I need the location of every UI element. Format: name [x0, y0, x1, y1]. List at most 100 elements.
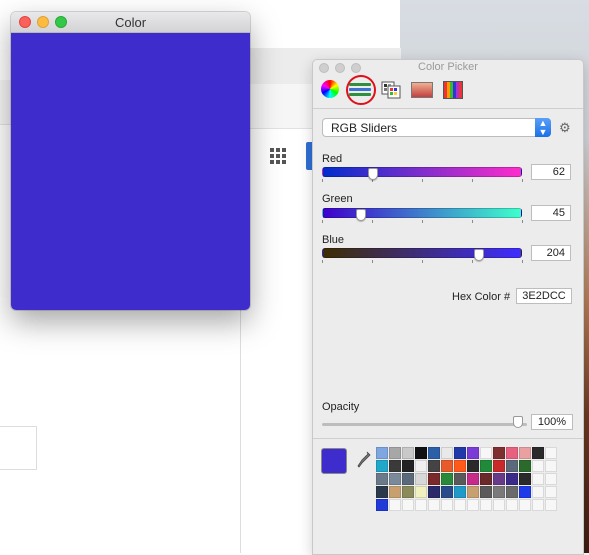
swatch-cell[interactable]	[454, 486, 466, 498]
color-palettes-icon[interactable]	[381, 81, 401, 99]
opacity-slider-knob[interactable]	[513, 416, 523, 428]
gear-icon[interactable]: ⚙	[559, 120, 571, 136]
swatch-cell[interactable]	[532, 447, 544, 459]
swatch-grid	[376, 447, 557, 511]
swatch-cell[interactable]	[467, 486, 479, 498]
blue-label: Blue	[322, 234, 345, 246]
swatch-cell[interactable]	[402, 473, 414, 485]
swatch-cell[interactable]	[480, 473, 492, 485]
blue-value-field[interactable]: 204	[531, 245, 571, 261]
swatch-cell[interactable]	[428, 486, 440, 498]
swatch-cell[interactable]	[493, 447, 505, 459]
swatch-cell[interactable]	[415, 460, 427, 472]
swatch-cell[interactable]	[480, 499, 492, 511]
swatch-cell[interactable]	[389, 447, 401, 459]
swatch-cell[interactable]	[454, 460, 466, 472]
swatch-cell[interactable]	[532, 473, 544, 485]
red-slider-knob[interactable]	[368, 168, 379, 180]
swatch-cell[interactable]	[402, 460, 414, 472]
current-color-swatch[interactable]	[321, 448, 347, 474]
green-slider-knob[interactable]	[355, 209, 366, 221]
swatch-cell[interactable]	[467, 499, 479, 511]
swatch-cell[interactable]	[467, 460, 479, 472]
swatch-cell[interactable]	[389, 460, 401, 472]
swatch-cell[interactable]	[402, 499, 414, 511]
swatch-cell[interactable]	[376, 460, 388, 472]
swatch-cell[interactable]	[480, 460, 492, 472]
swatch-cell[interactable]	[454, 473, 466, 485]
swatch-cell[interactable]	[376, 447, 388, 459]
swatch-cell[interactable]	[519, 460, 531, 472]
swatch-cell[interactable]	[506, 460, 518, 472]
swatch-cell[interactable]	[402, 486, 414, 498]
swatch-cell[interactable]	[467, 447, 479, 459]
swatch-cell[interactable]	[519, 447, 531, 459]
hex-color-field[interactable]: 3E2DCC	[516, 288, 572, 304]
eyedropper-icon[interactable]	[357, 451, 371, 469]
swatch-cell[interactable]	[506, 486, 518, 498]
swatch-cell[interactable]	[415, 447, 427, 459]
slider-mode-select[interactable]: RGB Sliders ▲ ▼	[322, 118, 551, 137]
swatch-cell[interactable]	[532, 499, 544, 511]
swatch-cell[interactable]	[506, 473, 518, 485]
color-picker-titlebar[interactable]: Color Picker	[313, 60, 583, 76]
swatch-cell[interactable]	[519, 473, 531, 485]
swatch-cell[interactable]	[545, 486, 557, 498]
swatch-cell[interactable]	[519, 499, 531, 511]
swatch-cell[interactable]	[545, 499, 557, 511]
swatch-cell[interactable]	[532, 460, 544, 472]
swatch-cell[interactable]	[493, 486, 505, 498]
swatch-cell[interactable]	[545, 473, 557, 485]
swatch-cell[interactable]	[506, 499, 518, 511]
swatch-cell[interactable]	[441, 499, 453, 511]
swatch-cell[interactable]	[545, 460, 557, 472]
opacity-slider-track[interactable]	[322, 423, 527, 426]
swatch-cell[interactable]	[402, 447, 414, 459]
swatch-cell[interactable]	[454, 499, 466, 511]
swatch-cell[interactable]	[389, 499, 401, 511]
image-palettes-icon[interactable]	[411, 82, 433, 98]
swatch-cell[interactable]	[454, 447, 466, 459]
swatch-cell[interactable]	[493, 499, 505, 511]
swatch-cell[interactable]	[389, 473, 401, 485]
swatch-cell[interactable]	[480, 447, 492, 459]
swatch-cell[interactable]	[441, 447, 453, 459]
blue-slider-track[interactable]	[322, 248, 522, 258]
color-wheel-icon[interactable]	[321, 80, 339, 98]
slider-mode-label: RGB Sliders	[331, 121, 398, 135]
opacity-value-field[interactable]: 100%	[531, 414, 573, 430]
crayon-pencils-icon[interactable]	[443, 81, 463, 99]
swatch-cell[interactable]	[428, 447, 440, 459]
divider	[313, 438, 583, 439]
swatch-cell[interactable]	[519, 486, 531, 498]
swatch-cell[interactable]	[428, 473, 440, 485]
swatch-cell[interactable]	[467, 473, 479, 485]
color-preview-area[interactable]	[11, 33, 250, 310]
swatch-cell[interactable]	[415, 499, 427, 511]
swatch-cell[interactable]	[493, 473, 505, 485]
swatch-cell[interactable]	[415, 473, 427, 485]
swatch-cell[interactable]	[428, 499, 440, 511]
swatch-cell[interactable]	[480, 486, 492, 498]
swatch-cell[interactable]	[415, 486, 427, 498]
red-slider-track[interactable]	[322, 167, 522, 177]
swatch-cell[interactable]	[376, 473, 388, 485]
swatch-cell[interactable]	[376, 499, 388, 511]
swatch-cell[interactable]	[441, 460, 453, 472]
swatch-cell[interactable]	[428, 460, 440, 472]
green-slider-track[interactable]	[322, 208, 522, 218]
swatch-cell[interactable]	[493, 460, 505, 472]
swatch-cell[interactable]	[441, 486, 453, 498]
color-window-titlebar[interactable]: Color	[11, 12, 250, 33]
swatch-cell[interactable]	[545, 447, 557, 459]
swatch-cell[interactable]	[441, 473, 453, 485]
swatch-cell[interactable]	[506, 447, 518, 459]
red-slider-ticks	[322, 179, 523, 182]
swatch-cell[interactable]	[532, 486, 544, 498]
swatch-cell[interactable]	[389, 486, 401, 498]
swatch-cell[interactable]	[376, 486, 388, 498]
grid-view-icon[interactable]	[270, 148, 286, 164]
blue-slider-knob[interactable]	[474, 249, 484, 261]
red-value-field[interactable]: 62	[531, 164, 571, 180]
green-value-field[interactable]: 45	[531, 205, 571, 221]
